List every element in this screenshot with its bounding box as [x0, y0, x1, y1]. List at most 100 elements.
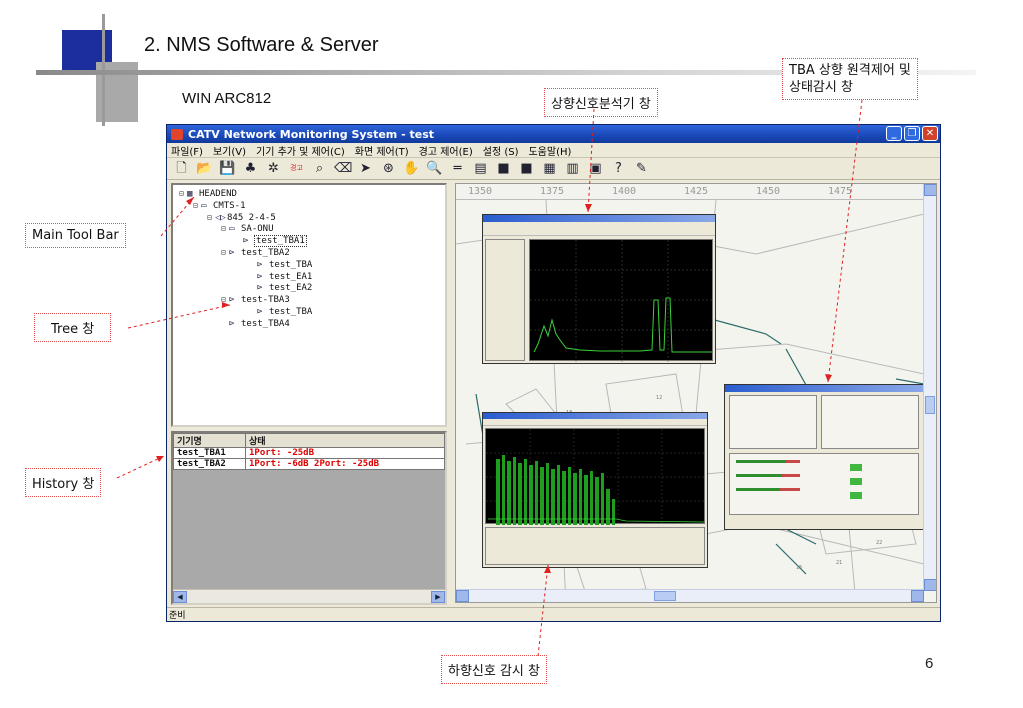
device-icon: ▭	[229, 224, 235, 235]
pointer-icon[interactable]: ➤	[357, 160, 374, 177]
device-icon: ◁▷	[215, 212, 226, 223]
save-icon[interactable]: 💾	[219, 160, 236, 177]
link-icon[interactable]: ⊛	[380, 160, 397, 177]
device-config-icon[interactable]: ✲	[265, 160, 282, 177]
tree-node-label: 845 2-4-5	[227, 212, 276, 223]
hand-icon[interactable]: ✋	[403, 160, 420, 177]
tree-node[interactable]: ⊳ test_TBA1	[235, 235, 307, 248]
about-icon[interactable]: ✎	[633, 160, 650, 177]
tba-config-panel[interactable]	[821, 395, 919, 449]
screen3-icon[interactable]: ▣	[587, 160, 604, 177]
open-folder-icon[interactable]: 📂	[196, 160, 213, 177]
new-icon[interactable]: 🗋	[173, 160, 190, 177]
tree-node[interactable]: ⊟ ⊳ test-TBA3	[221, 295, 290, 305]
svg-text:12: 12	[656, 395, 662, 401]
alarm-icon[interactable]: 경고	[288, 160, 305, 177]
app-titlebar[interactable]: CATV Network Monitoring System - test _ …	[167, 125, 940, 143]
alarm-device2-icon[interactable]: ■	[518, 160, 535, 177]
history-header-device[interactable]: 기기명	[173, 433, 246, 448]
tba-remote-titlebar[interactable]	[725, 385, 923, 392]
menu-item-5[interactable]: 설정 (S)	[483, 143, 519, 158]
history-status: 1Port: -25dB	[245, 447, 445, 459]
map-hscrollbar[interactable]	[456, 589, 924, 602]
tba-port-panel[interactable]	[729, 453, 919, 515]
close-button[interactable]: ✕	[922, 126, 938, 141]
tree-node[interactable]: ⊳ test_TBA	[249, 260, 312, 270]
downstream-monitor-window[interactable]	[482, 412, 708, 568]
device-add-icon[interactable]: ♣	[242, 160, 259, 177]
downstream-monitor-toolbar	[483, 419, 707, 426]
tree-toggle-icon[interactable]: ⊟	[179, 189, 187, 198]
slide: 2. NMS Software & Server WIN ARC812 상향신호…	[0, 0, 1023, 708]
maximize-button[interactable]: ❐	[904, 126, 920, 141]
upstream-analyzer-titlebar[interactable]	[483, 215, 715, 222]
tree-node[interactable]: ⊳ test_EA1	[249, 272, 312, 282]
tree-node-label: test_TBA2	[241, 248, 290, 258]
tba-remote-control-window[interactable]	[724, 384, 924, 530]
tree-toggle-icon[interactable]: ⊟	[221, 248, 229, 257]
alarm-device-icon[interactable]: ■	[495, 160, 512, 177]
map-hscroll-thumb[interactable]	[654, 591, 676, 601]
table-row[interactable]: test_TBA1 1Port: -25dB	[173, 447, 445, 459]
callout-upstream-analyzer: 상향신호분석기 창	[544, 88, 658, 117]
remove-device-icon[interactable]: ⌫	[334, 160, 352, 177]
map-pane[interactable]: 121815 212214 135013751400142514501475	[455, 183, 937, 603]
tree-node-label: test_TBA	[269, 307, 313, 317]
tree-node[interactable]: ⊟ ◁▷845 2-4-5	[207, 213, 276, 223]
ruler-label: 1475	[828, 186, 853, 197]
map-vscrollbar[interactable]	[923, 184, 936, 591]
tree-node[interactable]: ⊳ test_TBA4	[221, 319, 290, 329]
map-scroll-right-button[interactable]	[911, 590, 924, 602]
ruler-label: 1350	[468, 186, 493, 197]
menu-item-1[interactable]: 보기(V)	[213, 143, 246, 158]
tree-toggle-icon[interactable]: ⊟	[207, 213, 215, 222]
menu-item-3[interactable]: 화면 제어(T)	[355, 143, 409, 158]
svg-text:22: 22	[876, 540, 882, 546]
tba-info-panel	[729, 395, 817, 449]
upstream-analyzer-window[interactable]	[482, 214, 716, 364]
tree-toggle-icon[interactable]: ⊟	[193, 201, 201, 210]
screen2-icon[interactable]: ▥	[564, 160, 581, 177]
tree-node[interactable]: ⊳ test_EA2	[249, 283, 312, 293]
menu-item-4[interactable]: 경고 제어(E)	[419, 143, 473, 158]
help-icon[interactable]: ?	[610, 160, 627, 177]
downstream-monitor-controls[interactable]	[485, 527, 705, 565]
upstream-spectrum-svg	[530, 240, 714, 362]
upstream-analyzer-controls[interactable]	[485, 239, 525, 361]
table-row[interactable]: test_TBA2 1Port: -6dB 2Port: -25dB	[173, 458, 445, 470]
grid-icon[interactable]: ▤	[472, 160, 489, 177]
tba-button-row[interactable]	[729, 519, 919, 527]
callout-tba-remote-line2: 상태감시 창	[789, 80, 853, 95]
tree-node[interactable]: ⊟ ▭ SA-ONU	[221, 224, 274, 234]
menu-item-0[interactable]: 파일(F)	[171, 143, 203, 158]
device-icon: ⊳	[229, 248, 235, 258]
tree-node-label: test_TBA	[269, 259, 313, 270]
screen1-icon[interactable]: ▦	[541, 160, 558, 177]
tree-node[interactable]: ⊟ ▭ CMTS-1	[193, 201, 246, 211]
zoom-icon[interactable]: 🔍	[426, 160, 443, 177]
map-vscroll-thumb[interactable]	[925, 396, 935, 414]
tree-node[interactable]: ⊟ ⊳ test_TBA2	[221, 248, 290, 258]
menu-item-2[interactable]: 기기 추가 및 제어(C)	[256, 143, 345, 158]
line-icon[interactable]: ═	[449, 160, 466, 177]
device-icon: ⊳	[243, 236, 249, 247]
app-icon	[171, 128, 183, 140]
menu-item-6[interactable]: 도움말(H)	[528, 143, 571, 158]
history-header-status[interactable]: 상태	[245, 433, 445, 448]
tree-node[interactable]: ⊳ test_TBA	[249, 307, 312, 317]
downstream-spectrum-plot	[485, 428, 706, 525]
scroll-right-button[interactable]: ▶	[431, 591, 445, 603]
tree-toggle-icon[interactable]: ⊟	[221, 224, 229, 233]
app-window: CATV Network Monitoring System - test _ …	[166, 124, 941, 622]
minimize-button[interactable]: _	[886, 126, 902, 141]
device-icon: ⊳	[257, 307, 263, 317]
scroll-down-button[interactable]	[924, 579, 936, 591]
tree-toggle-icon[interactable]: ⊟	[221, 295, 229, 304]
map-scroll-left-button[interactable]	[456, 590, 469, 602]
tree-node[interactable]: ⊟ ▦ HEADEND	[179, 189, 237, 199]
device-icon: ⊳	[257, 283, 263, 294]
history-hscrollbar[interactable]: ◀ ▶	[173, 589, 445, 603]
scroll-up-button[interactable]	[924, 184, 936, 196]
zoom-device-icon[interactable]: ⌕	[311, 160, 328, 177]
scroll-left-button[interactable]: ◀	[173, 591, 187, 603]
